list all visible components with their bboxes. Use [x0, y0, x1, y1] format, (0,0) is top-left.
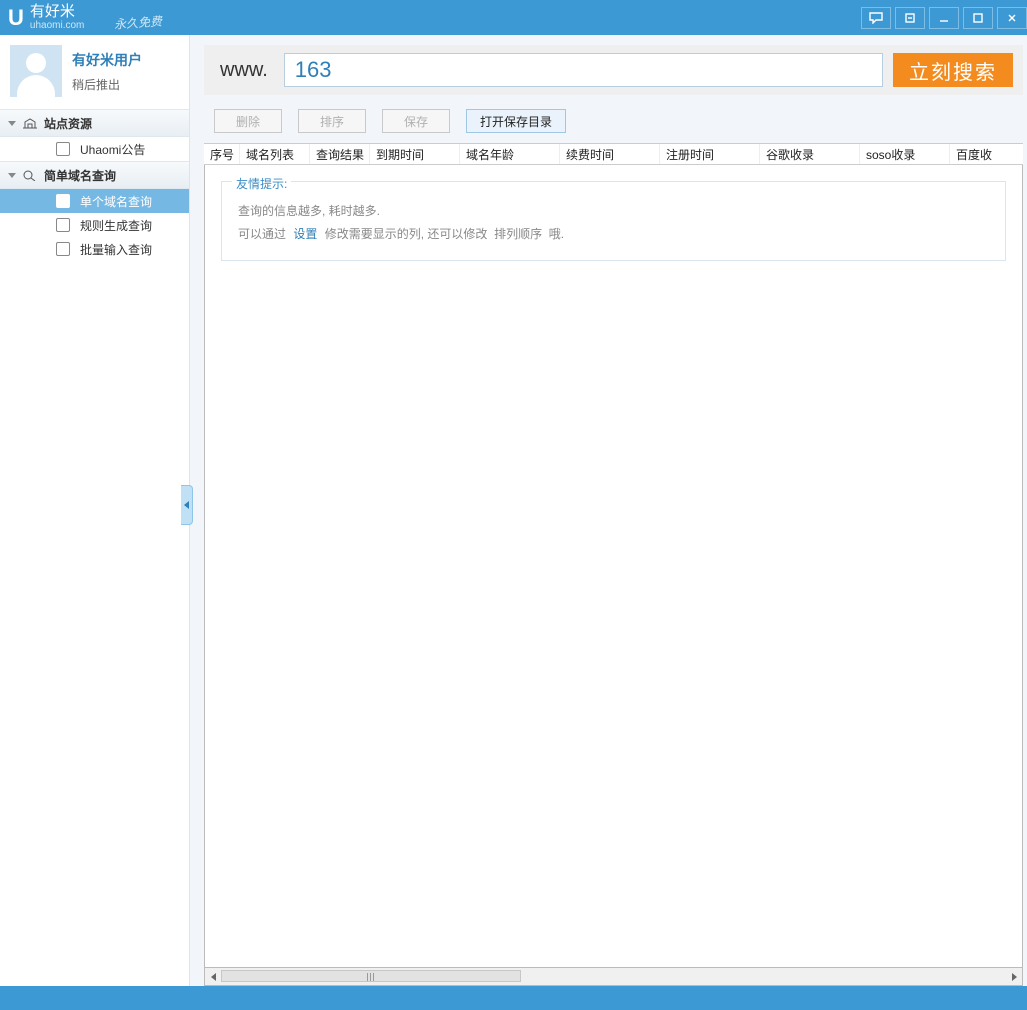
avatar — [10, 45, 62, 97]
tip-text: 修改需要显示的列, 还可以修改 — [325, 227, 488, 241]
sidebar-item-announcement[interactable]: Uhaomi公告 — [0, 137, 189, 161]
tip-text: 哦. — [549, 227, 564, 241]
settings-link[interactable]: 设置 — [293, 227, 317, 241]
sidebar-item-rule-query[interactable]: 规则生成查询 — [0, 213, 189, 237]
scroll-left-icon[interactable] — [205, 968, 221, 985]
tip-box: 友情提示: 查询的信息越多, 耗时越多. 可以通过 设置 修改需要显示的列, 还… — [221, 181, 1006, 261]
close-icon[interactable] — [997, 7, 1027, 29]
user-name: 有好米用户 — [72, 50, 142, 70]
col-register[interactable]: 注册时间 — [660, 144, 760, 164]
scroll-right-icon[interactable] — [1006, 968, 1022, 985]
user-block: 有好米用户 稍后推出 — [0, 35, 189, 109]
minimize-icon[interactable] — [929, 7, 959, 29]
app-logo: U 有好米 uhaomi.com — [8, 4, 84, 32]
list-icon — [56, 142, 70, 156]
maximize-icon[interactable] — [963, 7, 993, 29]
sidebar-item-label: Uhaomi公告 — [80, 141, 145, 158]
col-age[interactable]: 域名年龄 — [460, 144, 560, 164]
col-google[interactable]: 谷歌收录 — [760, 144, 860, 164]
tip-line-1: 查询的信息越多, 耗时越多. — [238, 200, 989, 223]
col-soso[interactable]: soso收录 — [860, 144, 950, 164]
col-result[interactable]: 查询结果 — [310, 144, 370, 164]
col-index[interactable]: 序号 — [204, 144, 240, 164]
tip-legend: 友情提示: — [232, 173, 291, 196]
free-badge: 永久免费 — [114, 12, 163, 32]
delete-button[interactable]: 删除 — [214, 109, 282, 133]
status-bar — [0, 986, 1027, 1010]
user-sub: 稍后推出 — [72, 76, 142, 93]
tip-text: 可以通过 — [238, 227, 286, 241]
title-bar: U 有好米 uhaomi.com 永久免费 — [0, 0, 1027, 35]
search-bar: www. 立刻搜索 — [204, 45, 1023, 95]
chevron-down-icon — [8, 121, 16, 126]
feedback-icon[interactable] — [861, 7, 891, 29]
horizontal-scrollbar[interactable] — [204, 968, 1023, 986]
item-icon — [56, 218, 70, 232]
sidebar-group-label: 简单域名查询 — [44, 167, 116, 184]
table-body: 友情提示: 查询的信息越多, 耗时越多. 可以通过 设置 修改需要显示的列, 还… — [204, 165, 1023, 968]
www-prefix: www. — [214, 59, 274, 82]
col-domain[interactable]: 域名列表 — [240, 144, 310, 164]
site-icon — [22, 117, 38, 129]
search-button[interactable]: 立刻搜索 — [893, 53, 1013, 87]
sidebar-collapse-handle[interactable] — [181, 485, 193, 525]
scroll-thumb[interactable] — [221, 970, 521, 982]
results-table: 序号 域名列表 查询结果 到期时间 域名年龄 续费时间 注册时间 谷歌收录 so… — [204, 143, 1023, 986]
toolbar: 删除 排序 保存 打开保存目录 — [204, 95, 1027, 143]
sort-button[interactable]: 排序 — [298, 109, 366, 133]
open-save-dir-button[interactable]: 打开保存目录 — [466, 109, 566, 133]
sidebar-item-label: 单个域名查询 — [80, 193, 152, 210]
col-renew[interactable]: 续费时间 — [560, 144, 660, 164]
col-baidu[interactable]: 百度收 — [950, 144, 1023, 164]
sidebar: 有好米用户 稍后推出 站点资源 Uhaomi公告 简单域名查询 单个域名查询 规… — [0, 35, 190, 986]
save-button[interactable]: 保存 — [382, 109, 450, 133]
window-controls — [857, 7, 1027, 29]
col-expire[interactable]: 到期时间 — [370, 144, 460, 164]
sidebar-group-label: 站点资源 — [44, 115, 92, 132]
table-header: 序号 域名列表 查询结果 到期时间 域名年龄 续费时间 注册时间 谷歌收录 so… — [204, 143, 1023, 165]
item-icon — [56, 242, 70, 256]
sidebar-item-label: 规则生成查询 — [80, 217, 152, 234]
chevron-down-icon — [8, 173, 16, 178]
app-domain: uhaomi.com — [30, 20, 84, 31]
item-icon — [56, 194, 70, 208]
tip-line-2: 可以通过 设置 修改需要显示的列, 还可以修改 排列顺序 哦. — [238, 223, 989, 246]
sidebar-item-batch-query[interactable]: 批量输入查询 — [0, 237, 189, 261]
restore-icon[interactable] — [895, 7, 925, 29]
sidebar-group-domain-query[interactable]: 简单域名查询 — [0, 161, 189, 189]
search-icon — [22, 169, 38, 181]
sidebar-group-site-resources[interactable]: 站点资源 — [0, 109, 189, 137]
sidebar-item-label: 批量输入查询 — [80, 241, 152, 258]
sidebar-item-single-query[interactable]: 单个域名查询 — [0, 189, 189, 213]
domain-input[interactable] — [284, 53, 883, 87]
app-name: 有好米 — [30, 4, 84, 21]
main-panel: www. 立刻搜索 删除 排序 保存 打开保存目录 序号 域名列表 查询结果 到… — [190, 35, 1027, 986]
logo-letter: U — [8, 5, 24, 31]
tip-text: 排列顺序 — [494, 227, 542, 241]
